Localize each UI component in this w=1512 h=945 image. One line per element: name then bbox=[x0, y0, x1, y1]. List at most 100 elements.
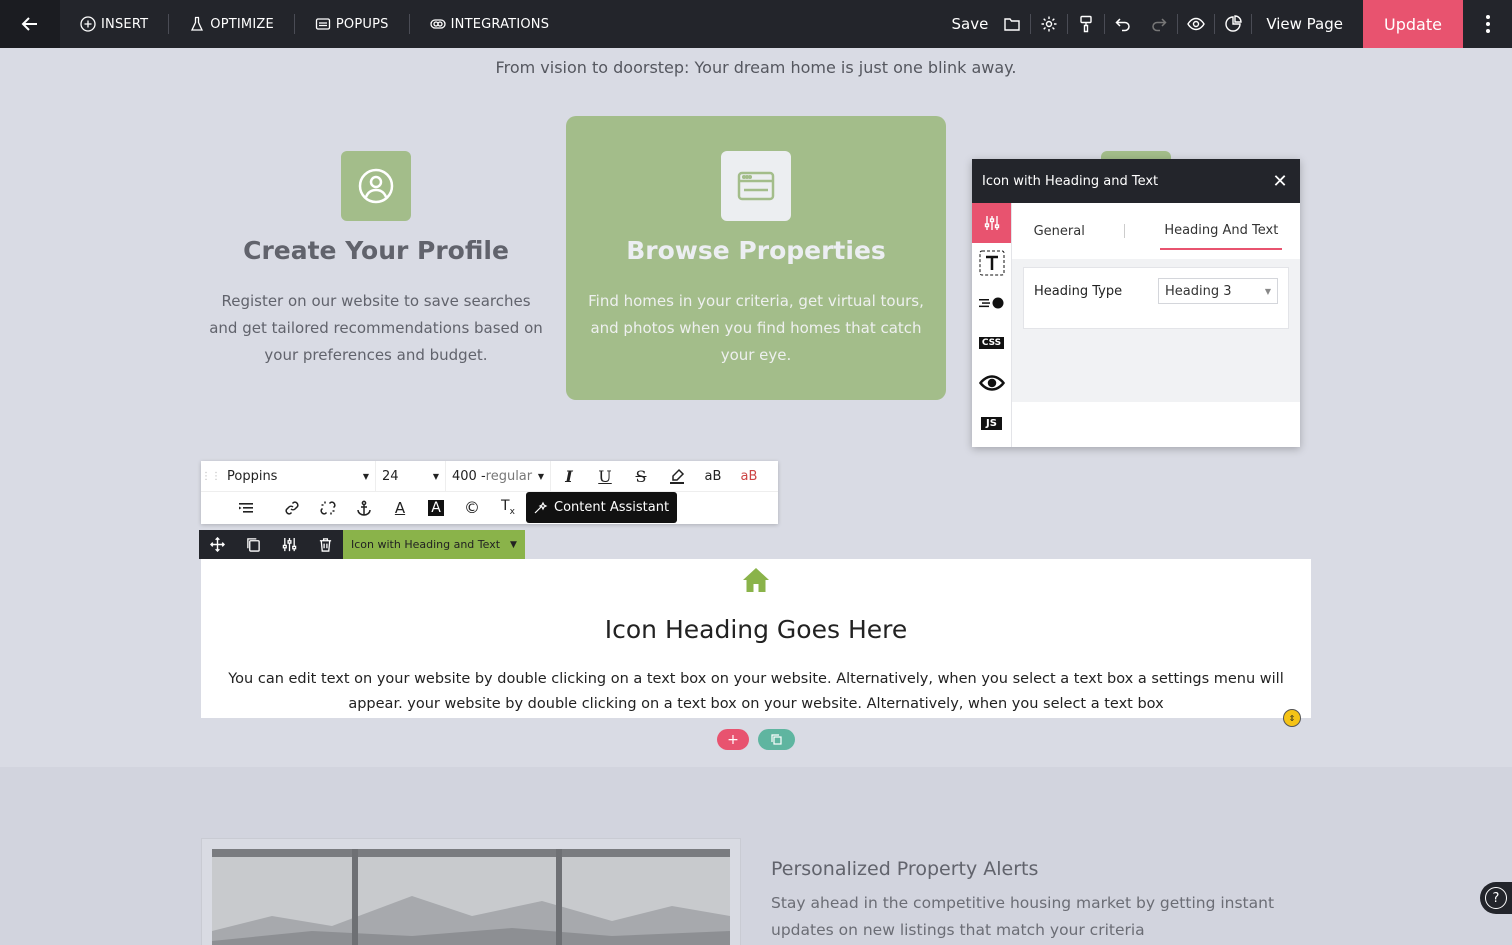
close-icon[interactable]: ✕ bbox=[1270, 171, 1290, 192]
panel-side-js[interactable]: JS bbox=[972, 403, 1011, 443]
rich-text-toolbar: ⋮⋮ Poppins ▼ 24 ▼ 400 -regular ▼ I U S aB a… bbox=[201, 460, 778, 524]
sliders-icon bbox=[984, 216, 999, 230]
analytics-button[interactable] bbox=[1215, 0, 1251, 48]
folder-icon bbox=[1004, 18, 1021, 31]
panel-side-visibility[interactable] bbox=[972, 363, 1011, 403]
spellcheck-button[interactable]: aB bbox=[695, 461, 731, 492]
section-subtitle: From vision to doorstep: Your dream home… bbox=[495, 58, 1017, 77]
caret-down-icon: ▼ bbox=[537, 471, 544, 481]
tab-heading-and-text[interactable]: Heading And Text bbox=[1160, 213, 1283, 250]
heading-type-label: Heading Type bbox=[1034, 284, 1123, 299]
list-indent-icon bbox=[238, 502, 253, 513]
more-menu-button[interactable] bbox=[1463, 0, 1512, 48]
caret-down-icon: ▼ bbox=[432, 471, 439, 481]
panel-title: Icon with Heading and Text bbox=[982, 173, 1159, 189]
spellcheck-off-icon: aB bbox=[740, 468, 758, 484]
copy-icon bbox=[771, 734, 782, 745]
clear-format-icon: Tx bbox=[501, 498, 515, 517]
optimize-label: OPTIMIZE bbox=[210, 16, 274, 32]
resize-handle[interactable]: ⇕ bbox=[1283, 709, 1301, 727]
style-brush-button[interactable] bbox=[1068, 0, 1104, 48]
content-assistant-button[interactable]: Content Assistant bbox=[526, 492, 678, 523]
caret-down-icon: ▼ bbox=[510, 539, 517, 550]
element-settings-panel: Icon with Heading and Text ✕ CSS JS Gene… bbox=[972, 159, 1300, 447]
font-weight-style: regular bbox=[485, 468, 533, 484]
eye-icon bbox=[978, 375, 1005, 391]
list-indent-button[interactable] bbox=[219, 492, 274, 523]
card-icon-box bbox=[341, 151, 411, 221]
feature-card-create-profile[interactable]: Create Your Profile Register on our webs… bbox=[186, 116, 566, 400]
element-settings-button[interactable] bbox=[271, 530, 307, 559]
font-size-value: 24 bbox=[382, 468, 399, 484]
heading-type-select[interactable]: Heading 3 ▼ bbox=[1158, 278, 1278, 304]
panel-side-css[interactable]: CSS bbox=[972, 323, 1011, 363]
element-heading[interactable]: Icon Heading Goes Here bbox=[201, 615, 1311, 644]
help-button[interactable]: ? bbox=[1480, 882, 1512, 914]
underline-button[interactable]: U bbox=[587, 461, 623, 492]
unlink-button[interactable] bbox=[310, 492, 346, 523]
css-icon: CSS bbox=[978, 337, 1005, 349]
panel-side-settings[interactable] bbox=[972, 203, 1011, 243]
trash-icon bbox=[319, 538, 331, 552]
strikethrough-icon: S bbox=[635, 466, 647, 486]
optimize-button[interactable]: OPTIMIZE bbox=[169, 0, 294, 48]
popup-window-icon bbox=[315, 18, 331, 30]
strikethrough-button[interactable]: S bbox=[623, 461, 659, 492]
folder-button[interactable] bbox=[994, 0, 1030, 48]
panel-side-animation[interactable] bbox=[972, 283, 1011, 323]
copy-icon bbox=[246, 538, 260, 552]
heading-type-field: Heading Type Heading 3 ▼ bbox=[1023, 267, 1289, 329]
insert-button[interactable]: INSERT bbox=[60, 0, 168, 48]
browser-window-icon bbox=[737, 171, 775, 201]
unlink-icon bbox=[320, 500, 336, 515]
highlight-button[interactable] bbox=[659, 461, 695, 492]
font-size-select[interactable]: 24 ▼ bbox=[376, 460, 446, 492]
arrow-left-icon bbox=[21, 17, 37, 31]
background-color-button[interactable]: A bbox=[418, 492, 454, 523]
insert-label: INSERT bbox=[101, 16, 149, 32]
rte-row-font: ⋮⋮ Poppins ▼ 24 ▼ 400 -regular ▼ I U S aB a… bbox=[201, 460, 778, 492]
add-section-button[interactable] bbox=[758, 729, 795, 750]
panel-body: Heading Type Heading 3 ▼ bbox=[1012, 259, 1300, 402]
drag-handle-icon[interactable]: ⋮⋮ bbox=[201, 471, 221, 482]
property-image-frame[interactable] bbox=[201, 838, 741, 945]
tab-general[interactable]: General bbox=[1030, 214, 1089, 249]
redo-button[interactable] bbox=[1141, 0, 1177, 48]
card-icon-box bbox=[721, 151, 791, 221]
view-page-button[interactable]: View Page bbox=[1252, 15, 1363, 33]
settings-button[interactable] bbox=[1031, 0, 1067, 48]
heading-type-value: Heading 3 bbox=[1165, 283, 1232, 299]
rte-row-format: A A © Tx Content Assistant bbox=[201, 492, 678, 523]
spellcheck-off-button[interactable]: aB bbox=[731, 461, 767, 492]
popups-button[interactable]: POPUPS bbox=[295, 0, 409, 48]
move-button[interactable] bbox=[199, 530, 235, 559]
panel-side-typography[interactable] bbox=[972, 243, 1011, 283]
link-button[interactable] bbox=[274, 492, 310, 523]
save-button[interactable]: Save bbox=[937, 15, 994, 33]
font-weight-select[interactable]: 400 -regular ▼ bbox=[446, 460, 551, 492]
delete-button[interactable] bbox=[307, 530, 343, 559]
preview-button[interactable] bbox=[1178, 0, 1214, 48]
special-char-button[interactable]: © bbox=[454, 492, 490, 523]
undo-button[interactable] bbox=[1105, 0, 1141, 48]
back-button[interactable] bbox=[0, 0, 60, 48]
icon-heading-text-element[interactable]: Icon Heading Goes Here You can edit text… bbox=[201, 559, 1311, 718]
anchor-button[interactable] bbox=[346, 492, 382, 523]
duplicate-button[interactable] bbox=[235, 530, 271, 559]
underline-icon: U bbox=[598, 466, 612, 486]
italic-button[interactable]: I bbox=[551, 461, 587, 492]
text-color-button[interactable]: A bbox=[382, 492, 418, 523]
feature-card-browse-properties[interactable]: Browse Properties Find homes in your cri… bbox=[566, 116, 946, 400]
add-element-button[interactable]: + bbox=[717, 729, 749, 750]
update-button[interactable]: Update bbox=[1363, 0, 1463, 48]
integrations-button[interactable]: INTEGRATIONS bbox=[410, 0, 570, 48]
font-family-select[interactable]: Poppins ▼ bbox=[221, 460, 376, 492]
element-text[interactable]: You can edit text on your website by dou… bbox=[209, 667, 1303, 717]
caret-down-icon: ▼ bbox=[362, 471, 369, 481]
pie-chart-icon bbox=[1225, 15, 1243, 32]
copyright-icon: © bbox=[464, 498, 480, 517]
clear-format-button[interactable]: Tx bbox=[490, 492, 526, 523]
move-icon bbox=[209, 537, 225, 552]
element-type-dropdown[interactable]: Icon with Heading and Text ▼ bbox=[343, 530, 525, 559]
help-icon: ? bbox=[1485, 887, 1507, 909]
